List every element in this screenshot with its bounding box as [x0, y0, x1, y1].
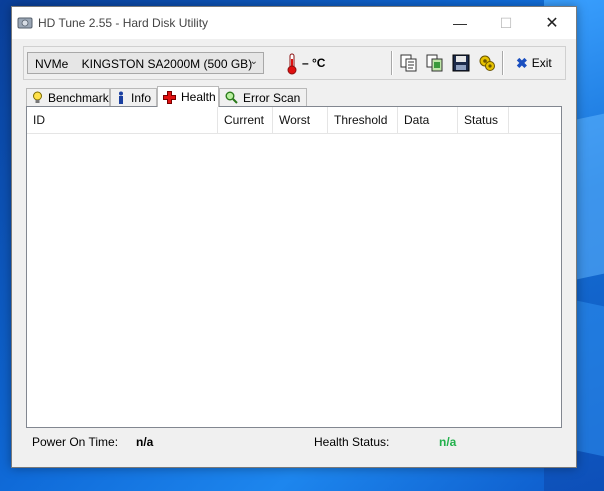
maximize-icon: ☐ [499, 14, 513, 31]
drive-select[interactable]: NVMe KINGSTON SA2000M (500 GB) ⌄ [27, 52, 264, 74]
health-status-value: n/a [439, 435, 457, 449]
maximize-button[interactable]: ☐ [483, 7, 529, 39]
chevron-down-icon: ⌄ [249, 56, 258, 67]
toolbar-separator [391, 51, 393, 75]
column-header-threshold[interactable]: Threshold [328, 107, 398, 133]
bulb-icon [33, 91, 42, 103]
toolbar-separator [502, 51, 504, 75]
save-icon[interactable] [452, 54, 470, 72]
health-status-label: Health Status: [314, 435, 390, 449]
exit-label: Exit [531, 56, 552, 70]
column-header-status[interactable]: Status [458, 107, 509, 133]
temperature-readout: – °C [302, 56, 326, 70]
toolbar: NVMe KINGSTON SA2000M (500 GB) ⌄ – °C ✖ … [23, 46, 566, 80]
tab-error-scan[interactable]: Error Scan [219, 88, 307, 106]
exit-button[interactable]: ✖ Exit [516, 56, 552, 70]
minimize-icon: — [453, 15, 467, 31]
drive-select-value: NVMe KINGSTON SA2000M (500 GB) [35, 57, 253, 71]
exit-x-icon: ✖ [516, 55, 528, 71]
tab-label: Health [181, 90, 216, 104]
status-row: Power On Time: n/a Health Status: n/a [32, 435, 562, 451]
info-icon [119, 91, 123, 104]
tab-label: Error Scan [243, 90, 301, 105]
health-cross-icon [163, 90, 176, 104]
app-window: HD Tune 2.55 - Hard Disk Utility — ☐ ✕ N… [11, 6, 577, 468]
column-header-worst[interactable]: Worst [273, 107, 328, 133]
close-icon: ✕ [545, 15, 559, 32]
title-bar[interactable]: HD Tune 2.55 - Hard Disk Utility — ☐ ✕ [12, 7, 576, 39]
tab-label: Benchmark [48, 90, 109, 105]
column-header-data[interactable]: Data [398, 107, 458, 133]
magnifier-icon [225, 91, 238, 104]
options-icon[interactable] [478, 54, 496, 72]
thermometer-icon [287, 53, 297, 75]
tab-info[interactable]: Info [110, 88, 157, 106]
window-title: HD Tune 2.55 - Hard Disk Utility [38, 16, 209, 30]
column-header-id[interactable]: ID [27, 107, 218, 133]
tab-health[interactable]: Health [157, 86, 219, 107]
app-disk-icon [17, 17, 33, 29]
health-attributes-table[interactable]: ID Current Worst Threshold Data Status [26, 106, 562, 428]
column-header-current[interactable]: Current [218, 107, 273, 133]
table-header: ID Current Worst Threshold Data Status [27, 107, 561, 134]
tab-label: Info [131, 90, 152, 105]
copy-text-icon[interactable] [400, 54, 418, 72]
minimize-button[interactable]: — [437, 7, 483, 39]
power-on-time-value: n/a [136, 435, 154, 449]
copy-screenshot-icon[interactable] [426, 54, 444, 72]
power-on-time-label: Power On Time: [32, 435, 119, 449]
close-button[interactable]: ✕ [529, 7, 575, 39]
tab-benchmark[interactable]: Benchmark [26, 88, 110, 106]
